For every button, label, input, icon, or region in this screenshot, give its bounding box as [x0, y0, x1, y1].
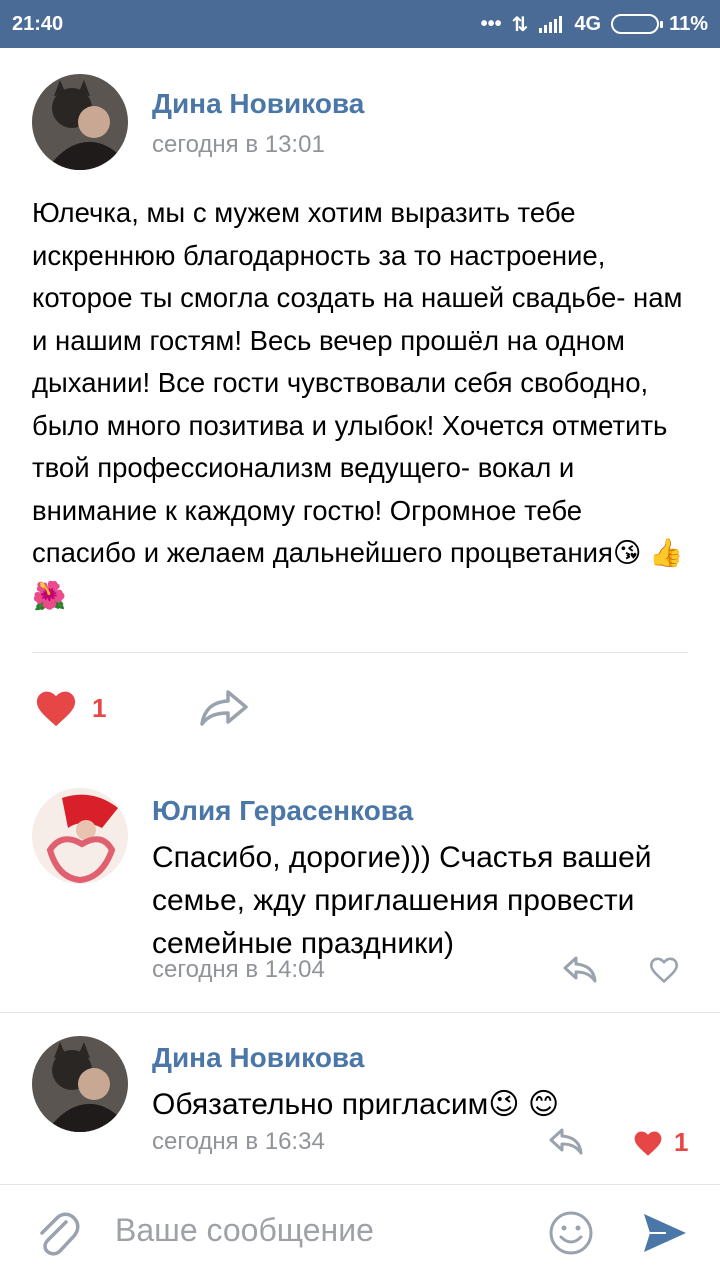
comment-like-button[interactable]: 1 [632, 1127, 688, 1158]
heart-icon [36, 691, 76, 727]
more-icon: ••• [480, 12, 502, 35]
like-button[interactable]: 1 [34, 688, 106, 728]
status-icons: ••• ⇅ 4G 11% [481, 12, 708, 37]
comment-text: Спасибо, дорогие))) Счастья вашей семье,… [152, 841, 652, 960]
comment-like-icon[interactable] [648, 956, 680, 989]
comment-avatar[interactable] [32, 788, 128, 884]
post-author[interactable]: Дина Новикова [152, 88, 364, 120]
send-icon[interactable] [640, 1210, 690, 1261]
data-transfer-icon: ⇅ [511, 13, 529, 36]
comment-text: Обязательно пригласим😉 😊 [152, 1088, 560, 1121]
comment-timestamp: сегодня в 16:34 [152, 1128, 325, 1155]
comment-avatar[interactable] [32, 1036, 128, 1132]
status-bar: 21:40 ••• ⇅ 4G 11% [0, 0, 720, 48]
avatar[interactable] [32, 74, 128, 170]
battery-icon [611, 14, 664, 34]
divider [0, 1012, 720, 1013]
like-count: 1 [92, 692, 107, 723]
post-text: Юлечка, мы с мужем хотим выразить тебе и… [32, 197, 684, 611]
like-count: 1 [674, 1127, 689, 1157]
network-type: 4G [574, 12, 602, 35]
share-icon [200, 690, 248, 726]
reply-icon[interactable] [562, 954, 598, 989]
post-timestamp: сегодня в 13:01 [152, 131, 325, 158]
attach-icon[interactable] [34, 1208, 80, 1263]
reply-icon[interactable] [548, 1126, 584, 1161]
signal-icon [538, 15, 564, 33]
comment-timestamp: сегодня в 14:04 [152, 956, 325, 983]
comment-author[interactable]: Дина Новикова [152, 1042, 364, 1074]
share-button[interactable] [198, 688, 250, 728]
status-time: 21:40 [12, 12, 64, 35]
message-input[interactable]: Ваше сообщение [115, 1212, 374, 1249]
divider [32, 652, 688, 653]
comment-author[interactable]: Юлия Герасенкова [152, 795, 413, 827]
heart-icon [634, 1131, 662, 1156]
emoji-icon[interactable] [548, 1210, 594, 1261]
battery-level: 11% [669, 12, 708, 35]
